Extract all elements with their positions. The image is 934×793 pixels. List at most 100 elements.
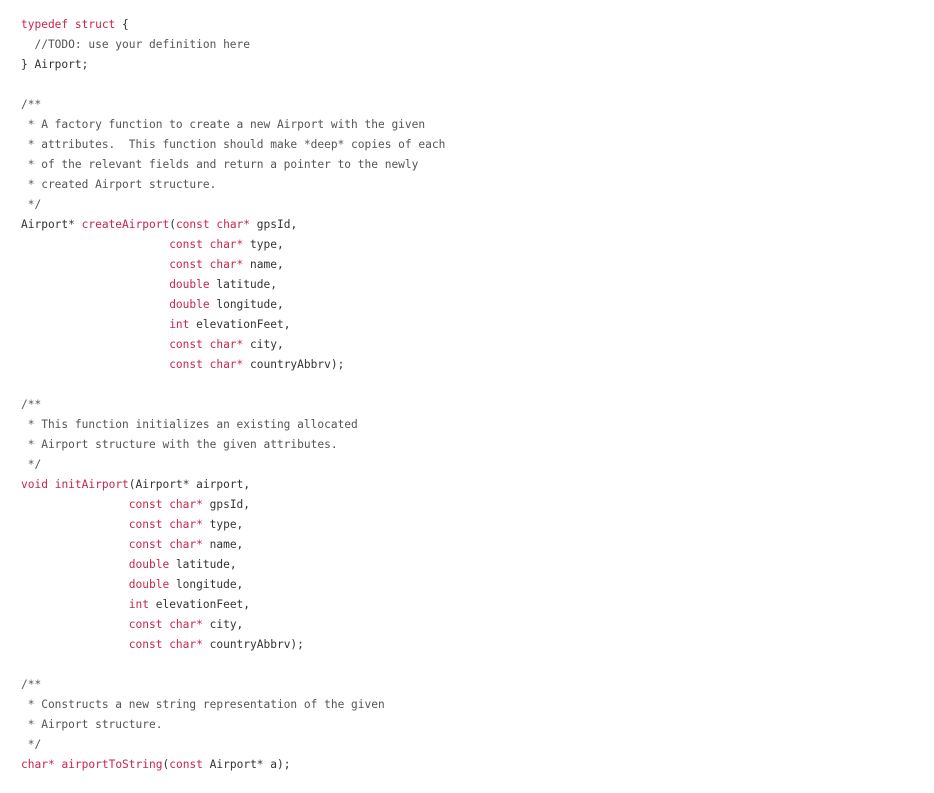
code-text: type, xyxy=(202,518,244,531)
code-line: * Constructs a new string representation… xyxy=(21,695,445,715)
code-function-name: initAirport xyxy=(54,478,129,491)
code-punctuation: } Airport; xyxy=(21,58,89,71)
code-line: */ xyxy=(21,195,445,215)
code-text: name, xyxy=(243,258,284,271)
code-text: elevationFeet, xyxy=(189,318,291,331)
code-function-name: createAirport xyxy=(81,218,170,231)
code-line: void initAirport(Airport* airport, xyxy=(21,475,445,495)
code-text: countryAbbrv); xyxy=(243,358,345,371)
code-line: const char* countryAbbrv); xyxy=(21,355,445,375)
code-keyword: const char* xyxy=(175,218,251,231)
code-line: const char* city, xyxy=(21,615,445,635)
code-text: Airport* airport, xyxy=(135,478,251,491)
code-line: double longitude, xyxy=(21,295,445,315)
code-panel: typedef struct { //TODO: use your defini… xyxy=(0,0,934,793)
code-line: /** xyxy=(21,95,445,115)
code-punctuation: ( xyxy=(169,218,176,231)
code-line: * Airport structure with the given attri… xyxy=(21,435,445,455)
code-keyword: typedef struct xyxy=(21,18,116,31)
code-line: const char* name, xyxy=(21,255,445,275)
code-text: gpsId, xyxy=(250,218,298,231)
code-comment: * Airport structure with the given attri… xyxy=(21,438,338,451)
code-line: * Airport structure. xyxy=(21,715,445,735)
code-keyword: const char* xyxy=(169,258,244,271)
code-keyword: const char* xyxy=(169,338,244,351)
code-keyword: int xyxy=(128,598,149,611)
code-keyword: double xyxy=(128,558,170,571)
code-line: * attributes. This function should make … xyxy=(21,135,446,155)
code-text: type, xyxy=(243,238,284,251)
code-text: latitude, xyxy=(209,278,277,291)
code-keyword: const char* xyxy=(169,238,244,251)
code-line: } Airport; xyxy=(21,55,445,75)
code-line: /** xyxy=(21,675,445,695)
code-comment: //TODO: use your definition here xyxy=(21,38,251,51)
code-keyword: double xyxy=(169,278,210,291)
code-line: double latitude, xyxy=(21,555,445,575)
code-keyword: const xyxy=(169,758,203,771)
code-comment: * A factory function to create a new Air… xyxy=(21,118,426,131)
code-punctuation: { xyxy=(115,18,129,31)
code-line: double latitude, xyxy=(21,275,445,295)
code-keyword: const char* xyxy=(128,638,203,651)
code-punctuation: ( xyxy=(128,478,136,491)
code-text: Airport* a); xyxy=(202,758,291,771)
code-line: double longitude, xyxy=(21,575,445,595)
code-text: countryAbbrv); xyxy=(202,638,304,651)
code-line: const char* type, xyxy=(21,515,445,535)
code-keyword: char* xyxy=(21,758,55,771)
code-line: int elevationFeet, xyxy=(21,315,445,335)
code-line: typedef struct { xyxy=(21,15,445,35)
code-keyword: const char* xyxy=(128,538,203,551)
code-line: * A factory function to create a new Air… xyxy=(21,115,445,135)
code-line: * This function initializes an existing … xyxy=(21,415,445,435)
code-keyword: const char* xyxy=(169,358,244,371)
code-keyword: const char* xyxy=(128,618,203,631)
code-text: longitude, xyxy=(209,298,284,311)
code-line: //TODO: use your definition here xyxy=(21,35,445,55)
code-text: name, xyxy=(202,538,244,551)
code-keyword: const char* xyxy=(128,518,203,531)
code-line: * of the relevant fields and return a po… xyxy=(21,155,445,175)
code-line: const char* gpsId, xyxy=(21,495,445,515)
code-text: city, xyxy=(243,338,284,351)
code-comment: * Constructs a new string representation… xyxy=(21,698,385,711)
code-keyword: double xyxy=(128,578,170,591)
code-comment: /** xyxy=(21,678,42,691)
code-line: Airport* createAirport(const char* gpsId… xyxy=(21,215,445,235)
code-comment: * Airport structure. xyxy=(21,718,163,731)
code-text: city, xyxy=(202,618,244,631)
code-comment: /** xyxy=(21,98,42,111)
code-text: Airport* xyxy=(21,218,82,231)
code-line: char* airportToString(const Airport* a); xyxy=(21,755,445,775)
code-line: * created Airport structure. xyxy=(21,175,445,195)
code-line: int elevationFeet, xyxy=(21,595,445,615)
code-comment: * of the relevant fields and return a po… xyxy=(21,158,419,171)
code-text: longitude, xyxy=(169,578,244,591)
code-comment: * attributes. This function should make … xyxy=(21,138,446,151)
code-comment: */ xyxy=(21,738,42,751)
code-text: gpsId, xyxy=(202,498,251,511)
code-line: const char* name, xyxy=(21,535,445,555)
code-comment: */ xyxy=(21,198,42,211)
code-line: const char* city, xyxy=(21,335,445,355)
code-line: /** xyxy=(21,395,445,415)
